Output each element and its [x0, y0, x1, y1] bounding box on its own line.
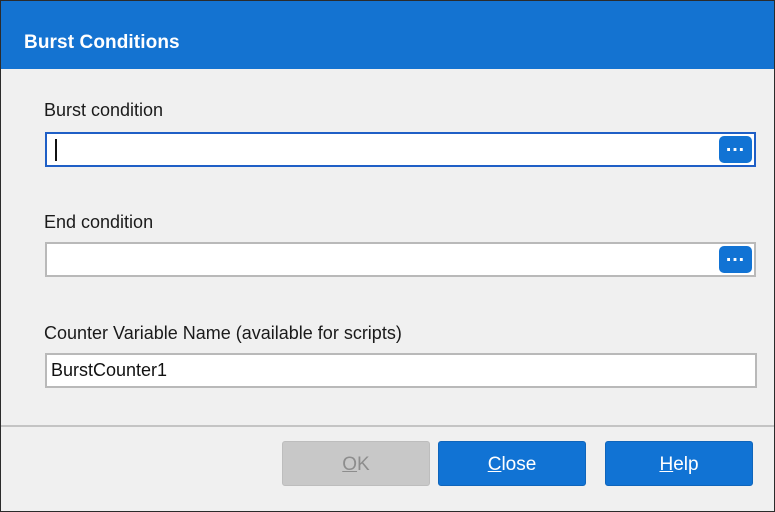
text-caret — [55, 139, 57, 161]
burst-condition-input[interactable] — [51, 137, 708, 162]
dialog-title: Burst Conditions — [24, 32, 180, 53]
end-condition-browse-button[interactable]: … — [719, 245, 752, 273]
counter-variable-label: Counter Variable Name (available for scr… — [44, 323, 402, 343]
burst-condition-field[interactable]: … — [45, 132, 756, 167]
help-button[interactable]: Help — [605, 441, 753, 486]
close-button[interactable]: Close — [438, 441, 586, 486]
counter-variable-field[interactable] — [45, 353, 757, 388]
ok-button-label: K — [357, 454, 370, 475]
help-button-mnemonic: H — [659, 454, 674, 475]
end-condition-label: End condition — [44, 212, 154, 232]
burst-conditions-dialog: Burst Conditions Burst condition … End c… — [0, 0, 775, 512]
close-button-mnemonic: C — [487, 454, 502, 475]
ok-button-mnemonic: O — [342, 454, 358, 475]
end-condition-field[interactable]: … — [45, 242, 756, 277]
end-condition-input[interactable] — [51, 247, 708, 272]
ok-button[interactable]: OK — [282, 441, 430, 486]
button-separator — [1, 425, 774, 427]
counter-variable-input[interactable] — [51, 358, 709, 383]
burst-condition-browse-button[interactable]: … — [719, 135, 752, 163]
title-bar: Burst Conditions — [1, 1, 774, 69]
close-button-label: lose — [501, 454, 537, 475]
burst-condition-label: Burst condition — [44, 100, 164, 120]
help-button-label: elp — [673, 454, 699, 475]
